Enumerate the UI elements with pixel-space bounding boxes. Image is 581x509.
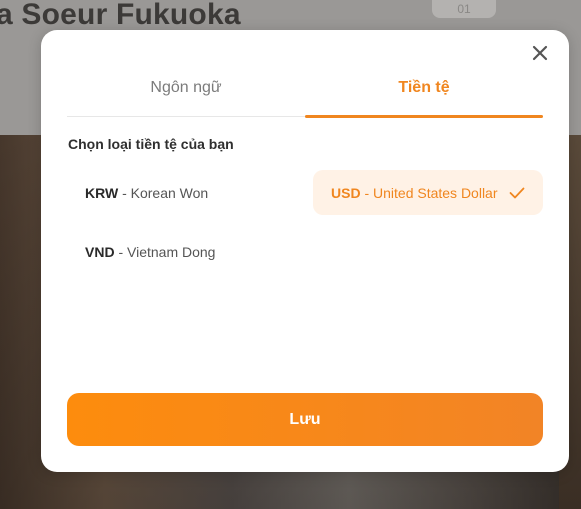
tab-language[interactable]: Ngôn ngữ: [67, 60, 305, 116]
background-badge: 01: [432, 0, 496, 18]
currency-name: - Korean Won: [122, 184, 209, 201]
currency-options: KRW - Korean Won USD - United States Dol…: [67, 170, 543, 274]
tab-currency[interactable]: Tiền tệ: [305, 60, 543, 118]
currency-option-usd[interactable]: USD - United States Dollar: [313, 170, 543, 215]
currency-section-label: Chọn loại tiền tệ của bạn: [68, 136, 234, 152]
background-page-title: a Soeur Fukuoka: [0, 0, 241, 31]
currency-name: - Vietnam Dong: [118, 243, 216, 260]
save-button[interactable]: Lưu: [67, 393, 543, 446]
currency-option-text: KRW - Korean Won: [85, 185, 208, 201]
currency-code: USD: [331, 184, 361, 201]
currency-settings-modal: Ngôn ngữ Tiền tệ Chọn loại tiền tệ của b…: [41, 30, 569, 472]
currency-option-krw[interactable]: KRW - Korean Won: [67, 170, 293, 215]
currency-option-text: USD - United States Dollar: [331, 185, 498, 201]
currency-option-vnd[interactable]: VND - Vietnam Dong: [67, 229, 293, 274]
settings-tabs: Ngôn ngữ Tiền tệ: [67, 60, 543, 118]
currency-code: KRW: [85, 184, 119, 201]
currency-code: VND: [85, 243, 115, 260]
currency-option-text: VND - Vietnam Dong: [85, 244, 215, 260]
currency-name: - United States Dollar: [364, 184, 498, 201]
check-icon: [509, 187, 525, 199]
